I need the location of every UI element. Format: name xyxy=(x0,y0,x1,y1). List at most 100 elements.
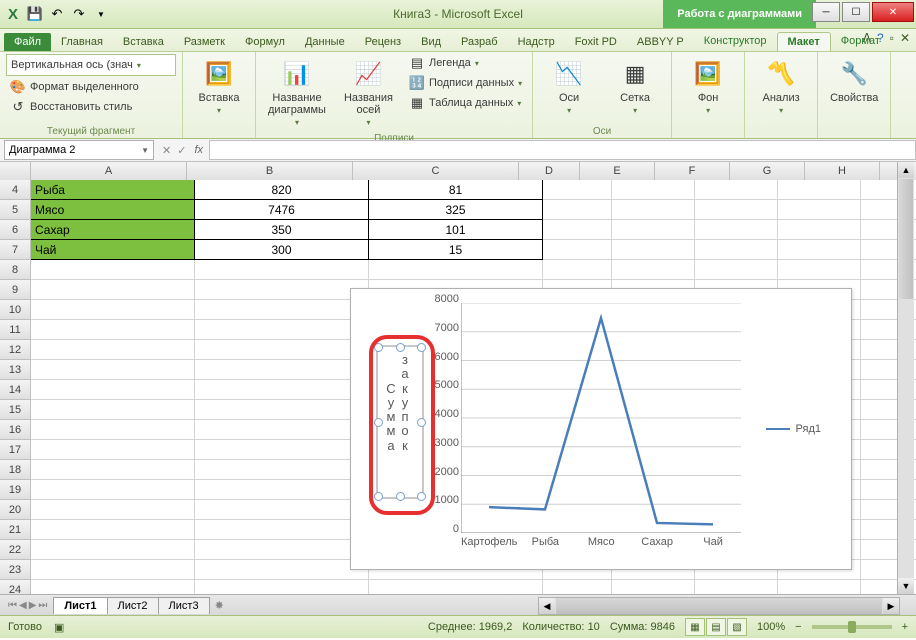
cell[interactable] xyxy=(195,380,369,400)
cell[interactable]: Рыба xyxy=(31,180,195,200)
cell[interactable]: 81 xyxy=(369,180,543,200)
row-header[interactable]: 24 xyxy=(0,580,31,594)
row-header[interactable]: 17 xyxy=(0,440,31,460)
cell[interactable] xyxy=(612,580,695,594)
cell[interactable] xyxy=(195,360,369,380)
cell[interactable] xyxy=(195,320,369,340)
minimize-button[interactable]: ─ xyxy=(812,2,840,22)
axis-title-text[interactable]: Суммазакупок xyxy=(384,353,412,453)
reset-style-button[interactable]: ↺Восстановить стиль xyxy=(6,98,176,116)
cell[interactable] xyxy=(195,340,369,360)
cell[interactable]: 325 xyxy=(369,200,543,220)
cell[interactable] xyxy=(695,580,778,594)
column-header[interactable]: D xyxy=(519,162,580,181)
cell[interactable] xyxy=(31,460,195,480)
name-box[interactable]: Диаграмма 2▼ xyxy=(4,140,154,160)
cell[interactable] xyxy=(31,560,195,580)
resize-handle[interactable] xyxy=(374,418,383,427)
column-header[interactable]: B xyxy=(187,162,353,181)
resize-handle[interactable] xyxy=(417,492,426,501)
cell[interactable] xyxy=(31,340,195,360)
chart-legend[interactable]: Ряд1 xyxy=(766,423,821,435)
cell[interactable] xyxy=(778,200,861,220)
cell[interactable]: Сахар xyxy=(31,220,195,240)
cell[interactable] xyxy=(195,540,369,560)
formula-input[interactable] xyxy=(209,140,916,160)
cell[interactable] xyxy=(195,400,369,420)
cell[interactable] xyxy=(612,220,695,240)
column-header[interactable]: A xyxy=(31,162,187,181)
qat-dropdown-icon[interactable]: ▼ xyxy=(92,5,110,23)
column-header[interactable]: C xyxy=(353,162,519,181)
cell[interactable] xyxy=(195,560,369,580)
gridlines-button[interactable]: ▦Сетка xyxy=(605,54,665,119)
cell[interactable] xyxy=(31,400,195,420)
help-icon[interactable]: ? xyxy=(877,31,884,45)
row-header[interactable]: 22 xyxy=(0,540,31,560)
scroll-up-icon[interactable]: ▲ xyxy=(898,162,914,178)
cell[interactable] xyxy=(195,280,369,300)
tab-вид[interactable]: Вид xyxy=(411,33,451,51)
cell[interactable] xyxy=(543,220,612,240)
cell[interactable] xyxy=(778,580,861,594)
column-header[interactable]: G xyxy=(730,162,805,181)
tab-реценз[interactable]: Реценз xyxy=(355,33,411,51)
chart-plot-area[interactable] xyxy=(461,303,741,533)
cancel-formula-icon[interactable]: ✕ xyxy=(162,144,171,157)
row-header[interactable]: 4 xyxy=(0,180,31,200)
cell[interactable]: 300 xyxy=(195,240,369,260)
resize-handle[interactable] xyxy=(417,343,426,352)
format-selection-button[interactable]: 🎨Формат выделенного xyxy=(6,78,176,96)
cell[interactable] xyxy=(31,300,195,320)
normal-view-button[interactable]: ▦ xyxy=(685,618,705,636)
sheet-tab[interactable]: Лист3 xyxy=(158,597,210,614)
zoom-in-button[interactable]: + xyxy=(902,621,908,633)
select-all-cell[interactable] xyxy=(0,162,31,181)
scroll-down-icon[interactable]: ▼ xyxy=(898,578,914,594)
cell[interactable] xyxy=(695,240,778,260)
macro-record-icon[interactable]: ▣ xyxy=(54,621,64,634)
cell[interactable] xyxy=(31,520,195,540)
tab-разраб[interactable]: Разраб xyxy=(451,33,508,51)
cell[interactable] xyxy=(31,420,195,440)
sheet-tab[interactable]: Лист2 xyxy=(107,597,159,614)
properties-button[interactable]: 🔧Свойства xyxy=(824,54,884,108)
scroll-thumb[interactable] xyxy=(556,598,882,614)
cell[interactable] xyxy=(31,360,195,380)
plot-area-button[interactable]: 🖼️Фон xyxy=(678,54,738,119)
sheet-nav-arrows[interactable]: ⏮◀▶⏭ xyxy=(8,600,53,611)
worksheet-area[interactable]: ABCDEFGHI4Рыба820815Мясо74763256Сахар350… xyxy=(0,162,916,594)
row-header[interactable]: 13 xyxy=(0,360,31,380)
cell[interactable] xyxy=(612,260,695,280)
cell[interactable] xyxy=(195,460,369,480)
cell[interactable] xyxy=(31,540,195,560)
cell[interactable] xyxy=(31,280,195,300)
scroll-left-icon[interactable]: ◀ xyxy=(539,598,555,614)
row-header[interactable]: 20 xyxy=(0,500,31,520)
page-layout-view-button[interactable]: ▤ xyxy=(706,618,726,636)
column-header[interactable]: E xyxy=(580,162,655,181)
cell[interactable] xyxy=(31,320,195,340)
tab-главная[interactable]: Главная xyxy=(51,33,113,51)
cell[interactable] xyxy=(543,260,612,280)
cell[interactable] xyxy=(195,420,369,440)
mdi-close-icon[interactable]: ✕ xyxy=(900,31,910,45)
undo-icon[interactable]: ↶ xyxy=(48,5,66,23)
tab-вставка[interactable]: Вставка xyxy=(113,33,174,51)
resize-handle[interactable] xyxy=(374,492,383,501)
cell[interactable] xyxy=(31,500,195,520)
cell[interactable] xyxy=(612,200,695,220)
mdi-restore-icon[interactable]: ▫ xyxy=(890,31,894,45)
scroll-thumb[interactable] xyxy=(899,179,913,299)
data-labels-button[interactable]: 🔢Подписи данных xyxy=(405,74,526,92)
scroll-right-icon[interactable]: ▶ xyxy=(883,598,899,614)
row-header[interactable]: 19 xyxy=(0,480,31,500)
cell[interactable] xyxy=(612,240,695,260)
row-header[interactable]: 15 xyxy=(0,400,31,420)
tab-макет[interactable]: Макет xyxy=(777,32,831,51)
legend-button[interactable]: ▤Легенда xyxy=(405,54,526,72)
cell[interactable] xyxy=(695,180,778,200)
cell[interactable] xyxy=(695,220,778,240)
cell[interactable] xyxy=(31,480,195,500)
cell[interactable]: Чай xyxy=(31,240,195,260)
